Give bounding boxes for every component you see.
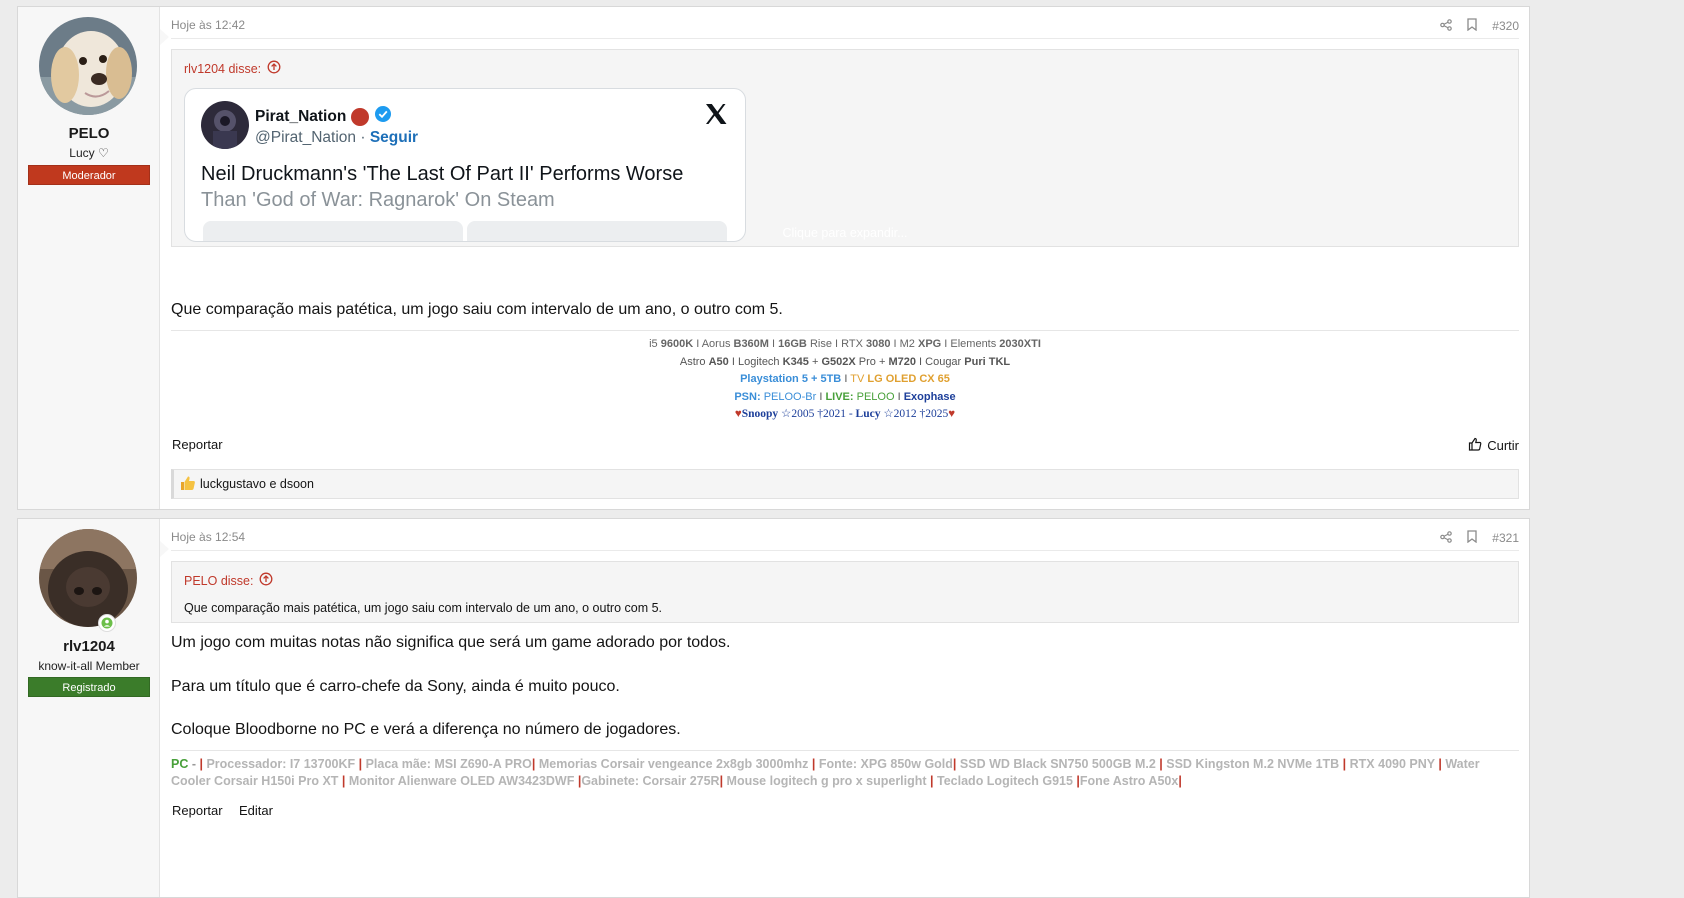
- report-link[interactable]: Reportar: [172, 437, 223, 452]
- user-title: Lucy ♡: [69, 146, 109, 160]
- user-badge: Registrado: [28, 677, 150, 697]
- like-label: Curtir: [1487, 438, 1519, 453]
- quote-block: PELO disse: Que comparação mais patética…: [171, 561, 1519, 623]
- signature-line: i5 9600K I Aorus B360M I 16GB Rise I RTX…: [649, 338, 1041, 350]
- username[interactable]: rlv1204: [18, 638, 160, 655]
- post-message-line: Coloque Bloodborne no PC e verá a difere…: [171, 721, 681, 738]
- user-title: know-it-all Member: [38, 659, 140, 673]
- exophase-link[interactable]: Exophase: [904, 391, 956, 403]
- reactions-bar[interactable]: luckgustavo e dsoon: [171, 469, 1519, 499]
- tweet-headline-2: Than 'God of War: Ragnarok' On Steam: [201, 189, 555, 211]
- thumbs-up-icon: [1468, 437, 1482, 454]
- arrow-pointer: [160, 541, 169, 557]
- share-icon[interactable]: [1440, 18, 1453, 34]
- post-date[interactable]: Hoje às 12:42: [171, 18, 245, 32]
- post-attribution: Hoje às 12:42 #320: [171, 7, 1519, 39]
- post-main: Hoje às 12:42 #320 rlv1204 disse: Pirat_…: [171, 7, 1519, 509]
- quote-block: rlv1204 disse: Pirat_Nation @Pirat_Natio…: [171, 49, 1519, 247]
- tweet-handle[interactable]: @Pirat_Nation: [255, 129, 356, 146]
- signature: i5 9600K I Aorus B360M I 16GB Rise I RTX…: [171, 330, 1519, 424]
- like-button[interactable]: Curtir: [1468, 437, 1519, 454]
- user-badge: Moderador: [28, 165, 150, 185]
- reactions-users[interactable]: luckgustavo e dsoon: [200, 477, 314, 491]
- quote-author[interactable]: rlv1204 disse:: [184, 60, 281, 77]
- edit-link[interactable]: Editar: [239, 803, 273, 818]
- tweet-headline-1: Neil Druckmann's 'The Last Of Part II' P…: [201, 163, 684, 185]
- follow-link[interactable]: Seguir: [370, 129, 418, 146]
- post-attribution: Hoje às 12:54 #321: [171, 519, 1519, 551]
- tweet-display-name[interactable]: Pirat_Nation: [255, 108, 346, 126]
- arrow-up-circle-icon[interactable]: [259, 572, 273, 589]
- verified-icon: [374, 105, 392, 128]
- post-number[interactable]: #321: [1492, 531, 1519, 545]
- user-column: PELO Lucy ♡ Moderador: [18, 7, 160, 509]
- tweet-embed[interactable]: Pirat_Nation @Pirat_Nation · Seguir Neil…: [184, 88, 746, 242]
- dot-separator: ·: [360, 129, 366, 146]
- post-320: PELO Lucy ♡ Moderador Hoje às 12:42 #320…: [17, 6, 1530, 510]
- expand-link[interactable]: Clique para expandir...: [172, 226, 1518, 240]
- bookmark-icon[interactable]: [1466, 530, 1478, 546]
- x-logo-icon[interactable]: [704, 103, 728, 130]
- online-status-icon: [98, 614, 116, 632]
- username[interactable]: PELO: [18, 125, 160, 142]
- signature-line: Astro A50 I Logitech K345 + G502X Pro + …: [679, 355, 1011, 368]
- arrow-up-circle-icon[interactable]: [267, 60, 281, 77]
- user-column: rlv1204 know-it-all Member Registrado: [18, 519, 160, 897]
- post-date[interactable]: Hoje às 12:54: [171, 530, 245, 544]
- signature: PC - | Processador: I7 13700KF | Placa m…: [171, 750, 1519, 790]
- avatar[interactable]: [39, 529, 137, 627]
- arrow-pointer: [160, 29, 169, 45]
- quote-text: Que comparação mais patética, um jogo sa…: [184, 601, 663, 615]
- thumbs-up-reaction-icon: [180, 475, 196, 494]
- quote-author[interactable]: PELO disse:: [184, 572, 273, 589]
- post-number[interactable]: #320: [1492, 19, 1519, 33]
- share-icon[interactable]: [1440, 530, 1453, 546]
- post-321: rlv1204 know-it-all Member Registrado Ho…: [17, 518, 1530, 898]
- red-dot-icon: [351, 107, 370, 126]
- signature-line: ♥Snoopy ☆2005 †2021 - Lucy ☆2012 †2025♥: [734, 408, 956, 420]
- signature-line: PSN: PELOO-Br I LIVE: PELOO I Exophase: [734, 390, 956, 403]
- post-main: Hoje às 12:54 #321 PELO disse: Que compa…: [171, 519, 1519, 897]
- bookmark-icon[interactable]: [1466, 18, 1478, 34]
- tweet-avatar[interactable]: [201, 101, 249, 149]
- report-link[interactable]: Reportar: [172, 803, 223, 818]
- post-message-line: Para um título que é carro-chefe da Sony…: [171, 678, 620, 695]
- avatar[interactable]: [39, 17, 137, 115]
- post-message-line: Um jogo com muitas notas não significa q…: [171, 634, 731, 651]
- signature-line: Playstation 5 + 5TB I TV LG OLED CX 65: [740, 373, 950, 385]
- post-message: Que comparação mais patética, um jogo sa…: [171, 301, 783, 318]
